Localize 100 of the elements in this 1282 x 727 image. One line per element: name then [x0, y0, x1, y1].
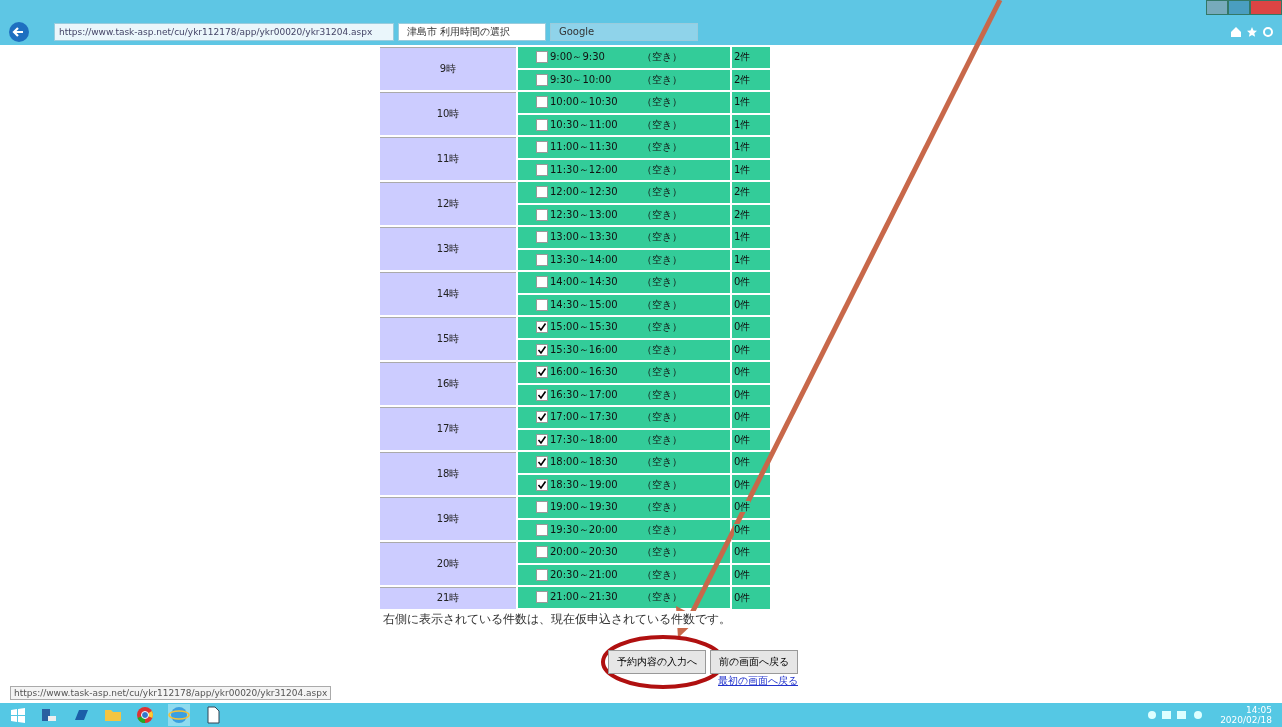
- slot-checkbox[interactable]: [536, 141, 548, 154]
- time-range: 14:00～14:30: [550, 275, 619, 290]
- hour-cell: 19時: [380, 497, 516, 540]
- slot-status: （空き）: [642, 252, 682, 267]
- slot-checkbox[interactable]: [536, 456, 548, 469]
- slot-checkbox[interactable]: [536, 388, 548, 401]
- booking-count: 0件: [734, 591, 751, 603]
- slot-checkbox[interactable]: [536, 501, 548, 514]
- slot-checkbox[interactable]: [536, 298, 548, 311]
- slot-status: （空き）: [642, 387, 682, 402]
- restore-icon[interactable]: [1228, 0, 1250, 15]
- browser-icon[interactable]: [168, 704, 190, 726]
- slot-status: （空き）: [642, 522, 682, 537]
- booking-count: 1件: [734, 163, 751, 175]
- slot-checkbox[interactable]: [536, 591, 548, 604]
- booking-count: 1件: [734, 231, 751, 243]
- booking-count: 1件: [734, 253, 751, 265]
- booking-count: 0件: [734, 501, 751, 513]
- booking-count: 0件: [734, 343, 751, 355]
- back-link[interactable]: 最初の画面へ戻る: [718, 673, 798, 688]
- time-range: 10:30～11:00: [550, 117, 619, 132]
- slot-checkbox[interactable]: [536, 96, 548, 109]
- time-range: 11:00～11:30: [550, 140, 619, 155]
- slot-checkbox[interactable]: [536, 568, 548, 581]
- time-range: 9:00～9:30: [550, 50, 606, 65]
- slot-checkbox[interactable]: [536, 276, 548, 289]
- booking-count: 1件: [734, 118, 751, 130]
- booking-count: 0件: [734, 321, 751, 333]
- hour-cell: 9時: [380, 47, 516, 90]
- slot-checkbox[interactable]: [536, 118, 548, 131]
- slot-checkbox[interactable]: [536, 433, 548, 446]
- time-range: 13:00～13:30: [550, 230, 619, 245]
- hour-cell: 18時: [380, 452, 516, 495]
- time-range: 16:00～16:30: [550, 365, 619, 380]
- browser-tab[interactable]: Google: [550, 23, 698, 41]
- slot-status: （空き）: [642, 162, 682, 177]
- minimize-icon[interactable]: [1206, 0, 1228, 15]
- slot-checkbox[interactable]: [536, 73, 548, 86]
- slot-status: （空き）: [642, 50, 682, 65]
- slot-status: （空き）: [642, 455, 682, 470]
- slot-status: （空き）: [642, 297, 682, 312]
- slot-status: （空き）: [642, 230, 682, 245]
- address-field[interactable]: https://www.task-asp.net/cu/ykr112178/app/ykr00020/ykr31204.aspx: [54, 23, 394, 41]
- slot-checkbox[interactable]: [536, 366, 548, 379]
- slot-checkbox[interactable]: [536, 253, 548, 266]
- slot-status: （空き）: [642, 410, 682, 425]
- slot-checkbox[interactable]: [536, 523, 548, 536]
- chrome-icon[interactable]: [136, 706, 154, 724]
- time-range: 21:00～21:30: [550, 590, 619, 605]
- browser-tab[interactable]: 津島市 利用時間の選択: [398, 23, 546, 41]
- slot-checkbox[interactable]: [536, 321, 548, 334]
- booking-count: 0件: [734, 523, 751, 535]
- slot-checkbox[interactable]: [536, 411, 548, 424]
- document-icon[interactable]: [204, 706, 222, 724]
- slot-checkbox[interactable]: [536, 51, 548, 64]
- slot-status: （空き）: [642, 545, 682, 560]
- star-icon[interactable]: [1246, 26, 1258, 38]
- slot-status: （空き）: [642, 140, 682, 155]
- time-range: 18:00～18:30: [550, 455, 619, 470]
- slot-checkbox[interactable]: [536, 186, 548, 199]
- time-range: 12:00～12:30: [550, 185, 619, 200]
- slot-status: （空き）: [642, 567, 682, 582]
- slot-status: （空き）: [642, 207, 682, 222]
- windows-start-icon[interactable]: [10, 707, 26, 723]
- slot-checkbox[interactable]: [536, 208, 548, 221]
- slot-checkbox[interactable]: [536, 231, 548, 244]
- form-button[interactable]: 予約内容の入力へ: [608, 649, 706, 674]
- time-range: 17:30～18:00: [550, 432, 619, 447]
- slot-status: （空き）: [642, 365, 682, 380]
- booking-count: 0件: [734, 433, 751, 445]
- time-range: 20:30～21:00: [550, 567, 619, 582]
- slot-status: （空き）: [642, 320, 682, 335]
- hour-cell: 14時: [380, 272, 516, 315]
- hour-cell: 20時: [380, 542, 516, 585]
- time-range: 9:30～10:00: [550, 72, 613, 87]
- slot-checkbox[interactable]: [536, 163, 548, 176]
- slot-checkbox[interactable]: [536, 343, 548, 356]
- time-range: 10:00～10:30: [550, 95, 619, 110]
- booking-count: 0件: [734, 388, 751, 400]
- clock-time: 14:05: [1246, 705, 1272, 715]
- slot-checkbox[interactable]: [536, 546, 548, 559]
- slot-status: （空き）: [642, 275, 682, 290]
- booking-count: 0件: [734, 276, 751, 288]
- time-range: 12:30～13:00: [550, 207, 619, 222]
- booking-count: 1件: [734, 96, 751, 108]
- booking-count: 0件: [734, 546, 751, 558]
- back-button[interactable]: [8, 21, 30, 43]
- home-icon[interactable]: [1230, 26, 1242, 38]
- booking-count: 0件: [734, 366, 751, 378]
- booking-count: 2件: [734, 208, 751, 220]
- booking-count: 1件: [734, 141, 751, 153]
- form-button[interactable]: 前の画面へ戻る: [710, 649, 798, 674]
- time-range: 14:30～15:00: [550, 297, 619, 312]
- slot-checkbox[interactable]: [536, 478, 548, 491]
- booking-count: 0件: [734, 478, 751, 490]
- settings-icon[interactable]: [1262, 26, 1274, 38]
- slot-status: （空き）: [642, 432, 682, 447]
- booking-count: 2件: [734, 73, 751, 85]
- slot-status: （空き）: [642, 185, 682, 200]
- booking-count: 2件: [734, 186, 751, 198]
